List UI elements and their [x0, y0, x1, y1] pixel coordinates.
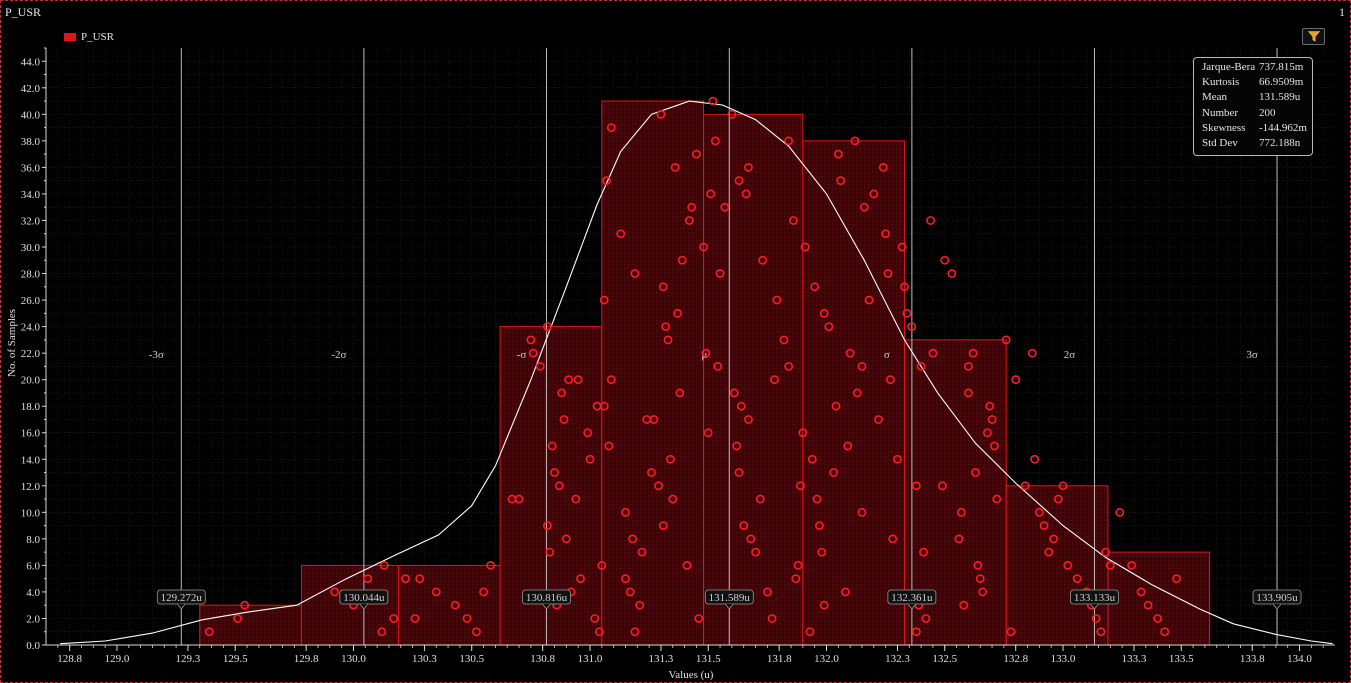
stat-key: Mean: [1202, 91, 1228, 104]
y-tick-label: 6.0: [26, 560, 40, 572]
stat-row: Mean 131.589u: [1194, 90, 1312, 105]
x-tick-label: 132.3: [885, 653, 910, 665]
sigma-label: -2σ: [331, 349, 346, 361]
sigma-value-tag: 133.905u: [1252, 589, 1302, 610]
x-tick-label: 129.8: [294, 653, 319, 665]
x-tick-label: 130.5: [459, 653, 484, 665]
x-tick-label: 131.8: [767, 653, 792, 665]
y-tick-label: 42.0: [21, 83, 41, 95]
stat-value: 200: [1259, 106, 1276, 119]
y-tick-label: 14.0: [21, 454, 41, 466]
y-tick-label: 10.0: [21, 507, 41, 519]
sigma-label: -3σ: [149, 349, 164, 361]
stat-row: Number 200: [1194, 106, 1312, 121]
x-tick-label: 131.0: [578, 653, 603, 665]
x-tick-label: 134.0: [1287, 653, 1312, 665]
histogram-bar: [601, 100, 705, 646]
tag-label: 133.905u: [1256, 592, 1298, 604]
x-tick-label: 131.3: [649, 653, 674, 665]
x-tick-label: 132.8: [1003, 653, 1028, 665]
stat-key: Skewness: [1202, 121, 1246, 134]
sample-point: [1027, 348, 1037, 358]
x-tick-label: 130.3: [412, 653, 437, 665]
tag-label: 130.816u: [526, 592, 568, 604]
sigma-label: 2σ: [1064, 349, 1076, 361]
x-tick-label: 133.8: [1240, 653, 1265, 665]
stat-value: 131.589u: [1259, 91, 1301, 104]
x-tick-label: 133.3: [1122, 653, 1147, 665]
histogram-bar: [1107, 551, 1211, 646]
sigma-label: 3σ: [1246, 349, 1258, 361]
statistics-box: Jarque-Bera 737.815m Kurtosis 66.9509m Mean 1…: [1193, 57, 1313, 156]
y-axis-label: No. of Samples: [6, 309, 18, 377]
histogram-chart: -3σ -2σ -σ μ σ 2σ 3σ 0.02.04.06.08.010.012.014…: [6, 47, 1335, 681]
stat-key: Std Dev: [1202, 136, 1238, 149]
stat-value: -144.962m: [1259, 121, 1307, 134]
tag-pointer: [176, 603, 186, 610]
y-tick-label: 26.0: [21, 295, 41, 307]
x-tick-label: 130.0: [341, 653, 366, 665]
histogram-bar: [703, 113, 804, 646]
x-tick-label: 132.5: [932, 653, 957, 665]
x-axis-label: Values (u): [669, 669, 714, 681]
x-tick-label: 129.5: [223, 653, 248, 665]
bars: [199, 100, 1211, 646]
stat-row: Skewness -144.962m: [1194, 121, 1312, 136]
y-tick-label: 16.0: [21, 428, 41, 440]
y-tick-label: 40.0: [21, 109, 41, 121]
x-tick-label: 133.5: [1169, 653, 1194, 665]
sigma-label: σ: [884, 349, 890, 361]
x-tick-label: 128.8: [57, 653, 82, 665]
tag-label: 133.133u: [1074, 592, 1116, 604]
y-tick-label: 12.0: [21, 481, 41, 493]
tag-label: 131.589u: [709, 592, 751, 604]
y-tick-label: 8.0: [26, 534, 40, 546]
y-tick-label: 18.0: [21, 401, 41, 413]
tag-label: 130.044u: [343, 592, 385, 604]
stat-key: Number: [1202, 106, 1239, 119]
sigma-label: -σ: [517, 349, 527, 361]
y-tick-label: 32.0: [21, 215, 41, 227]
y-tick-label: 44.0: [21, 56, 41, 68]
histogram-bar: [397, 564, 501, 646]
x-tick-label: 129.3: [176, 653, 201, 665]
x-tick-label: 133.0: [1051, 653, 1076, 665]
y-tick-label: 30.0: [21, 242, 41, 254]
x-tick-label: 132.0: [814, 653, 839, 665]
y-tick-label: 34.0: [21, 189, 41, 201]
sample-point: [1030, 454, 1040, 464]
tag-pointer: [1272, 603, 1282, 610]
y-tick-label: 28.0: [21, 269, 41, 281]
y-tick-label: 0.0: [26, 640, 40, 652]
stat-value: 737.815m: [1259, 61, 1304, 73]
stat-row: Std Dev 772.188n: [1194, 136, 1312, 151]
y-tick-label: 2.0: [26, 613, 40, 625]
stat-row: Kurtosis 66.9509m: [1194, 75, 1312, 90]
y-tick-label: 38.0: [21, 136, 41, 148]
stat-row: Jarque-Bera 737.815m: [1194, 60, 1312, 75]
x-tick-label: 131.5: [696, 653, 721, 665]
y-tick-label: 20.0: [21, 375, 41, 387]
x-tick-label: 129.0: [105, 653, 130, 665]
tag-label: 132.361u: [891, 592, 933, 604]
y-tick-label: 36.0: [21, 162, 41, 174]
stat-key: Kurtosis: [1202, 76, 1240, 89]
y-tick-label: 22.0: [21, 348, 41, 360]
stat-value: 772.188n: [1259, 136, 1301, 149]
y-tick-label: 24.0: [21, 322, 41, 334]
y-tick-label: 4.0: [26, 587, 40, 599]
stat-key: Jarque-Bera: [1202, 61, 1256, 73]
x-tick-label: 130.8: [530, 653, 555, 665]
tag-label: 129.272u: [161, 592, 203, 604]
sample-point: [940, 255, 950, 265]
stat-value: 66.9509m: [1259, 76, 1304, 89]
